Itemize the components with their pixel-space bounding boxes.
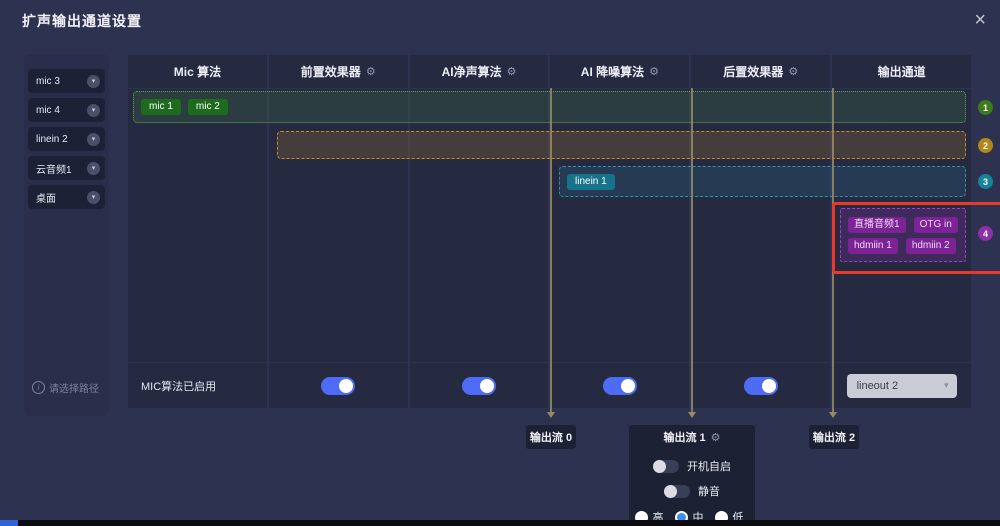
- stream-connector-line: [550, 88, 552, 412]
- output-stream-1-label: 输出流 1: [663, 432, 706, 444]
- mute-toggle[interactable]: [664, 484, 690, 498]
- column-footer: [691, 363, 831, 408]
- chevron-down-icon[interactable]: ▾: [87, 74, 100, 88]
- mic-status-text: MIC算法已启用: [128, 363, 267, 408]
- source-tag[interactable]: mic 1: [141, 99, 181, 115]
- column-header: 输出通道: [832, 55, 971, 88]
- column-body[interactable]: [550, 89, 690, 362]
- bottom-edge-accent: [0, 520, 18, 526]
- arrow-down-icon: [547, 412, 555, 418]
- autostart-option: 开机自启: [653, 458, 731, 474]
- toggle-knob: [620, 378, 635, 393]
- column-header: AI净声算法 ⚙: [409, 55, 549, 88]
- column-header-label: AI 降噪算法: [580, 65, 645, 79]
- page-title: 扩声输出通道设置: [22, 13, 142, 29]
- select-path-hint: i 请选择路径: [32, 380, 99, 395]
- column-body[interactable]: [691, 89, 831, 362]
- mute-option: 静音: [664, 483, 720, 499]
- source-tag[interactable]: hdmiin 1: [848, 237, 898, 254]
- stream-connector-line: [691, 88, 693, 412]
- sidebar-item-label: 云音频1: [36, 164, 72, 176]
- ai-denoise-toggle[interactable]: [602, 376, 637, 395]
- chevron-down-icon[interactable]: ▾: [87, 103, 100, 117]
- chevron-down-icon[interactable]: ▾: [87, 132, 100, 146]
- source-tag[interactable]: mic 2: [187, 99, 228, 115]
- toggle-knob: [480, 378, 495, 393]
- source-tag[interactable]: linein 1: [567, 173, 615, 190]
- sidebar-item-cloud-audio[interactable]: 云音频1 ▾: [28, 156, 105, 180]
- gear-icon[interactable]: ⚙: [507, 65, 517, 78]
- sidebar-item-desktop[interactable]: 桌面 ▾: [28, 185, 105, 209]
- column-footer: [268, 363, 408, 408]
- column-header-label: AI净声算法: [441, 65, 502, 79]
- channel-badge-2[interactable]: 2: [978, 138, 993, 153]
- column-footer: [550, 363, 690, 408]
- chevron-down-icon[interactable]: ▾: [87, 161, 100, 175]
- column-body[interactable]: [268, 89, 408, 362]
- stream-connector-line: [832, 88, 834, 412]
- arrow-down-icon: [688, 412, 696, 418]
- column-header: 后置效果器 ⚙: [691, 55, 831, 88]
- output-channel-select-value: lineout 2: [856, 379, 899, 392]
- path-row-3[interactable]: linein 1: [559, 166, 966, 197]
- gear-icon[interactable]: ⚙: [649, 65, 659, 78]
- hint-text: 请选择路径: [49, 384, 99, 395]
- channel-badge-4[interactable]: 4: [978, 226, 993, 241]
- source-sidebar: mic 3 ▾ mic 4 ▾ linein 2 ▾ 云音频1 ▾ 桌面 ▾ i…: [25, 55, 108, 415]
- column-header: Mic 算法: [128, 55, 267, 88]
- column-body[interactable]: [409, 89, 549, 362]
- gear-icon[interactable]: ⚙: [788, 65, 798, 78]
- sidebar-item-mic3[interactable]: mic 3 ▾: [28, 69, 105, 93]
- channel-badge-3[interactable]: 3: [978, 174, 993, 189]
- sidebar-item-label: linein 2: [36, 133, 68, 145]
- column-footer: [409, 363, 549, 408]
- path-row-2[interactable]: [277, 131, 966, 159]
- mute-label: 静音: [698, 486, 720, 498]
- column-header-label: 后置效果器: [723, 65, 784, 79]
- toggle-knob: [664, 484, 677, 498]
- arrow-down-icon: [829, 412, 837, 418]
- output-stream-2[interactable]: 输出流 2: [809, 425, 859, 449]
- ai-clean-toggle[interactable]: [462, 376, 497, 395]
- chevron-down-icon: ▾: [944, 380, 949, 390]
- toggle-knob: [339, 378, 354, 393]
- path-row-4[interactable]: 直播音频1 OTG in hdmiin 1 hdmiin 2: [840, 208, 966, 262]
- channel-badge-1[interactable]: 1: [978, 100, 993, 115]
- sidebar-item-label: mic 3: [36, 75, 60, 87]
- source-tag[interactable]: hdmiin 2: [905, 237, 956, 254]
- output-stream-1-title[interactable]: 输出流 1 ⚙: [663, 425, 720, 449]
- output-stream-0[interactable]: 输出流 0: [526, 425, 576, 449]
- output-channel-select[interactable]: lineout 2 ▾: [846, 373, 957, 398]
- chevron-down-icon[interactable]: ▾: [87, 190, 100, 204]
- column-footer: lineout 2 ▾: [832, 363, 971, 408]
- bottom-edge-strip: [0, 520, 1000, 526]
- column-header-label: Mic 算法: [173, 65, 222, 79]
- close-icon[interactable]: ×: [970, 6, 990, 34]
- pre-effects-toggle[interactable]: [321, 376, 356, 395]
- gear-icon[interactable]: ⚙: [711, 431, 721, 444]
- info-icon: i: [32, 381, 45, 394]
- sidebar-item-linein2[interactable]: linein 2 ▾: [28, 127, 105, 151]
- toggle-knob: [761, 378, 776, 393]
- column-header: 前置效果器 ⚙: [268, 55, 408, 88]
- source-tag[interactable]: OTG in: [913, 216, 958, 233]
- autostart-label: 开机自启: [687, 461, 731, 473]
- column-header: AI 降噪算法 ⚙: [550, 55, 690, 88]
- toggle-knob: [653, 459, 666, 473]
- column-body[interactable]: [128, 89, 267, 362]
- sidebar-item-label: 桌面: [36, 193, 56, 205]
- gear-icon[interactable]: ⚙: [366, 65, 376, 78]
- sidebar-item-label: mic 4: [36, 104, 60, 116]
- column-header-label: 输出通道: [877, 65, 926, 79]
- sidebar-item-mic4[interactable]: mic 4 ▾: [28, 98, 105, 122]
- autostart-toggle[interactable]: [653, 459, 679, 473]
- output-stream-1-panel: 输出流 1 ⚙ 开机自启 静音 高 中 低: [629, 425, 755, 526]
- post-effects-toggle[interactable]: [743, 376, 778, 395]
- source-tag[interactable]: 直播音频1: [848, 216, 906, 233]
- column-header-label: 前置效果器: [300, 65, 361, 79]
